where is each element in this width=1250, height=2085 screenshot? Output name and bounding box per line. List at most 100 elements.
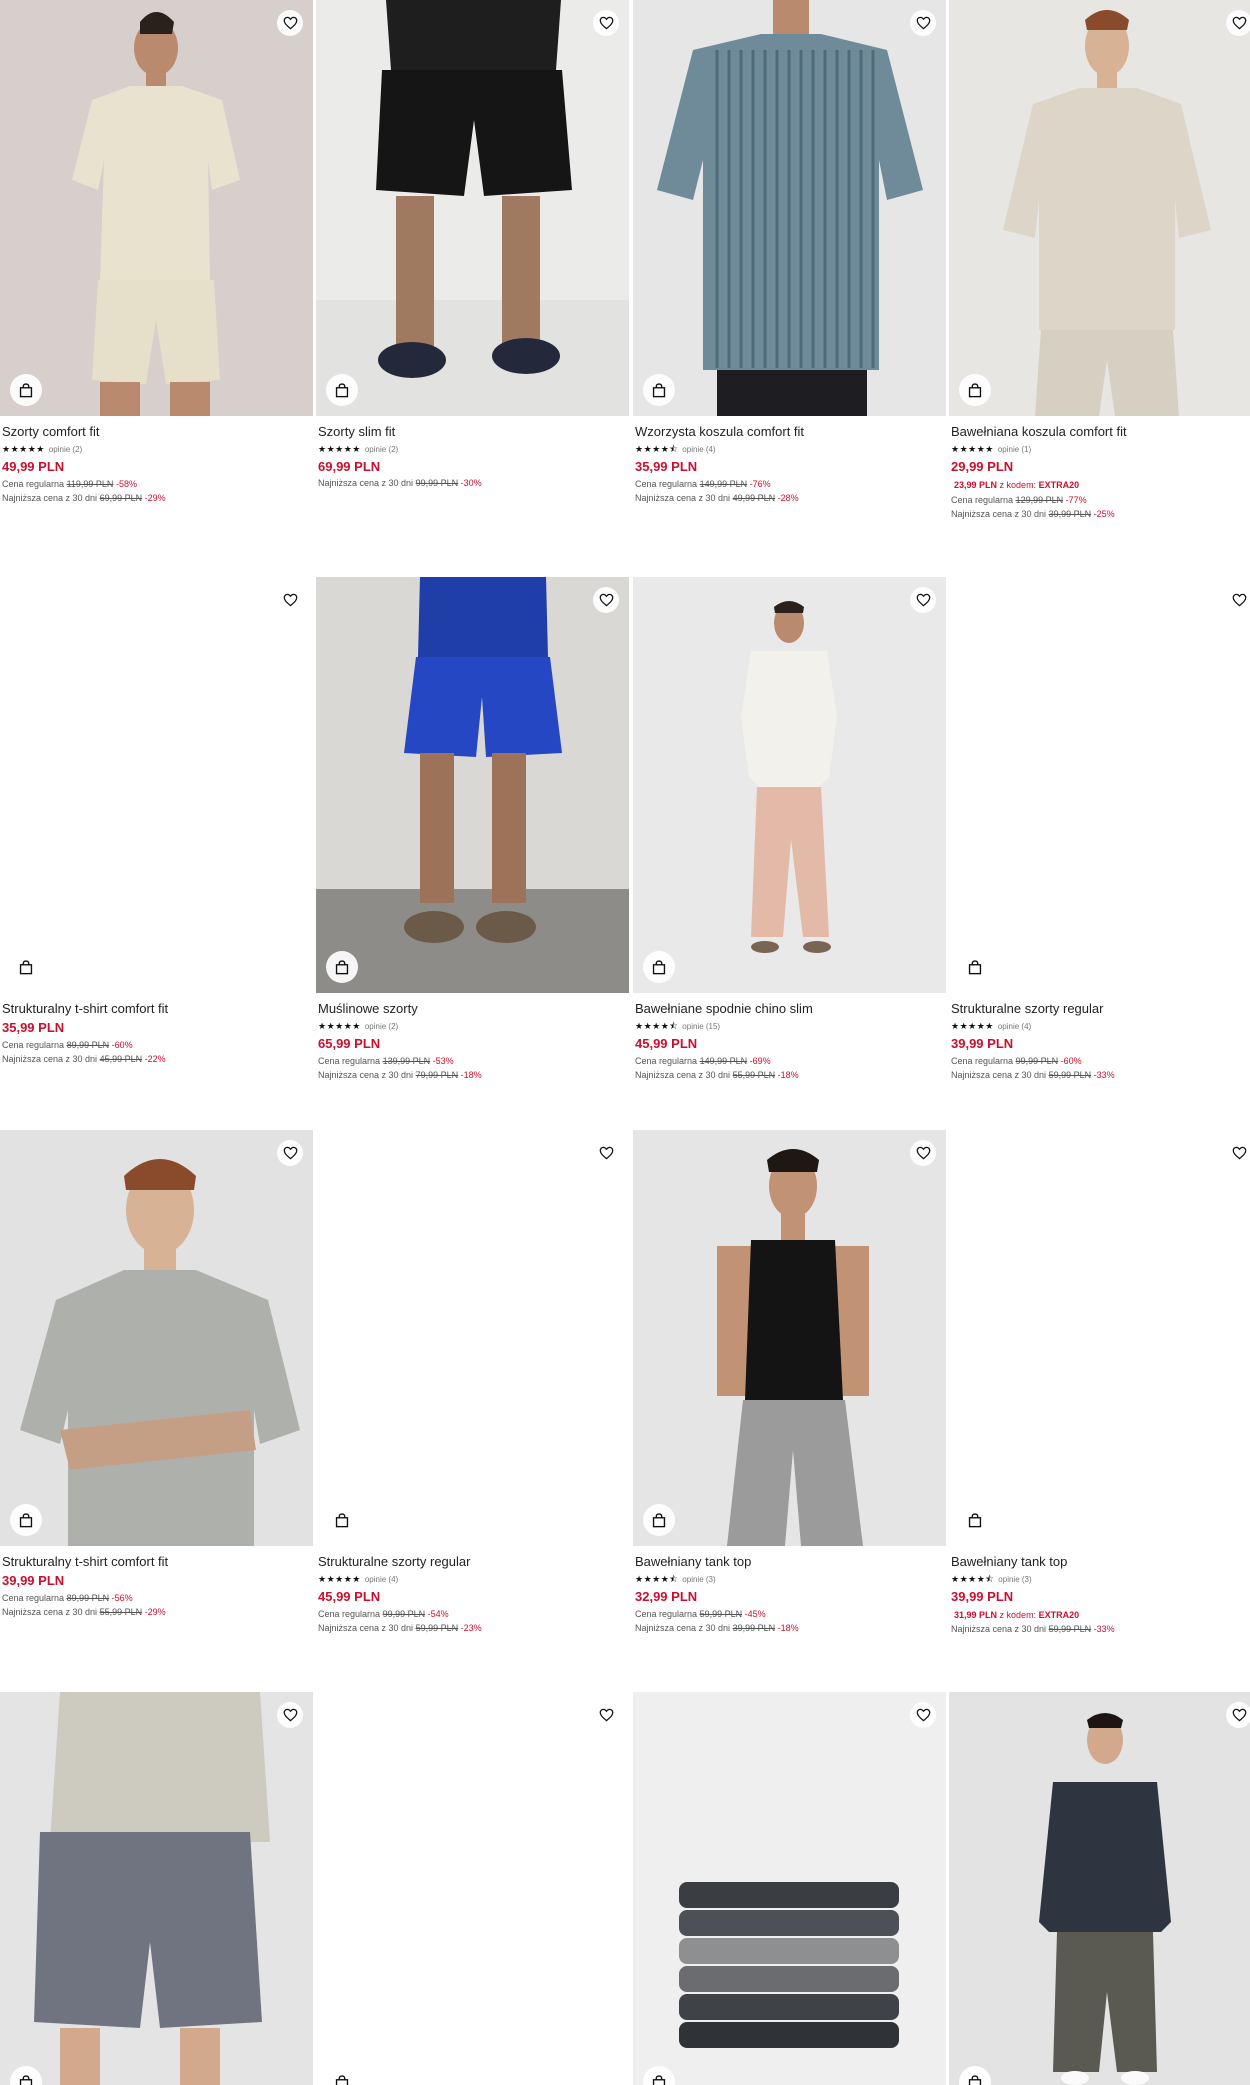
product-title[interactable]: Strukturalny t-shirt comfort fit — [2, 1001, 311, 1017]
product-title[interactable]: Muślinowe szorty — [318, 1001, 627, 1017]
wishlist-button[interactable] — [593, 587, 619, 613]
add-to-cart-button[interactable] — [10, 374, 42, 406]
product-image[interactable] — [949, 0, 1250, 416]
wishlist-button[interactable] — [277, 1702, 303, 1728]
product-image[interactable] — [633, 1692, 946, 2085]
add-to-cart-button[interactable] — [643, 374, 675, 406]
add-to-cart-button[interactable] — [326, 951, 358, 983]
product-title[interactable]: Strukturalny t-shirt comfort fit — [2, 1554, 311, 1570]
product-card[interactable]: Strukturalne szorty regular ★★★★★ opinie… — [949, 577, 1250, 1081]
current-price: 45,99 PLN — [635, 1036, 698, 1051]
product-card[interactable]: Bawełniana koszula comfort fit ★★★★★ opi… — [949, 0, 1250, 520]
add-to-cart-button[interactable] — [326, 1504, 358, 1536]
product-card[interactable]: Bawełniany tank top ★★★★⯪ opinie (3) 32,… — [633, 1130, 946, 1634]
product-image[interactable] — [633, 0, 946, 416]
product-image[interactable] — [633, 577, 946, 993]
heart-icon — [283, 1146, 297, 1160]
product-image[interactable] — [316, 1130, 629, 1546]
lowest-price: 55,99 PLN — [732, 1070, 776, 1080]
reviews-count[interactable]: opinie (2) — [365, 445, 398, 454]
product-image[interactable] — [0, 1692, 313, 2085]
wishlist-button[interactable] — [1226, 1140, 1250, 1166]
product-title[interactable]: Strukturalne szorty regular — [318, 1554, 627, 1570]
product-title[interactable]: Wzorzysta koszula comfort fit — [635, 424, 944, 440]
product-card[interactable] — [949, 1692, 1250, 2085]
product-card[interactable]: Bawełniane spodnie chino slim ★★★★⯪ opin… — [633, 577, 946, 1081]
product-image[interactable] — [949, 1692, 1250, 2085]
wishlist-button[interactable] — [277, 10, 303, 36]
product-card[interactable] — [0, 1692, 313, 2085]
product-photo — [633, 1692, 946, 2085]
product-image[interactable] — [316, 1692, 629, 2085]
product-title[interactable]: Strukturalne szorty regular — [951, 1001, 1250, 1017]
product-image[interactable] — [0, 577, 313, 993]
reviews-count[interactable]: opinie (15) — [682, 1022, 720, 1031]
wishlist-button[interactable] — [277, 587, 303, 613]
add-to-cart-button[interactable] — [10, 951, 42, 983]
reviews-count[interactable]: opinie (3) — [998, 1575, 1031, 1584]
product-title[interactable]: Bawełniana koszula comfort fit — [951, 424, 1250, 440]
product-title[interactable]: Bawełniany tank top — [951, 1554, 1250, 1570]
add-to-cart-button[interactable] — [326, 374, 358, 406]
shopping-bag-icon — [19, 382, 33, 397]
wishlist-button[interactable] — [910, 10, 936, 36]
add-to-cart-button[interactable] — [10, 1504, 42, 1536]
product-info: Bawełniany tank top ★★★★⯪ opinie (3) 32,… — [633, 1546, 946, 1634]
add-to-cart-button[interactable] — [643, 1504, 675, 1536]
current-price: 49,99 PLN — [2, 459, 65, 474]
product-image[interactable] — [316, 577, 629, 993]
product-image[interactable] — [949, 577, 1250, 993]
lowest-discount: -18% — [777, 1623, 799, 1633]
reviews-count[interactable]: opinie (1) — [998, 445, 1031, 454]
wishlist-button[interactable] — [593, 1702, 619, 1728]
shopping-bag-icon — [652, 2074, 666, 2085]
reviews-count[interactable]: opinie (3) — [682, 1575, 715, 1584]
product-info: Wzorzysta koszula comfort fit ★★★★⯪ opin… — [633, 416, 946, 504]
product-image[interactable] — [949, 1130, 1250, 1546]
wishlist-button[interactable] — [910, 1702, 936, 1728]
wishlist-button[interactable] — [910, 587, 936, 613]
product-image[interactable] — [316, 0, 629, 416]
product-card[interactable]: Wzorzysta koszula comfort fit ★★★★⯪ opin… — [633, 0, 946, 504]
heart-icon — [599, 16, 613, 30]
add-to-cart-button[interactable] — [959, 951, 991, 983]
product-image[interactable] — [633, 1130, 946, 1546]
product-card[interactable]: Szorty slim fit ★★★★★ opinie (2) 69,99 P… — [316, 0, 629, 489]
wishlist-button[interactable] — [1226, 1702, 1250, 1728]
product-image[interactable] — [0, 0, 313, 416]
product-title[interactable]: Szorty comfort fit — [2, 424, 311, 440]
reviews-count[interactable]: opinie (2) — [49, 445, 82, 454]
wishlist-button[interactable] — [910, 1140, 936, 1166]
reviews-count[interactable]: opinie (2) — [365, 1022, 398, 1031]
product-card[interactable] — [633, 1692, 946, 2085]
add-to-cart-button[interactable] — [959, 1504, 991, 1536]
reviews-count[interactable]: opinie (4) — [682, 445, 715, 454]
product-title[interactable]: Bawełniany tank top — [635, 1554, 944, 1570]
wishlist-button[interactable] — [1226, 10, 1250, 36]
product-card[interactable] — [316, 1692, 629, 2085]
product-card[interactable]: Bawełniany tank top ★★★★⯪ opinie (3) 39,… — [949, 1130, 1250, 1635]
product-card[interactable]: Muślinowe szorty ★★★★★ opinie (2) 65,99 … — [316, 577, 629, 1081]
current-price: 69,99 PLN — [318, 459, 381, 474]
wishlist-button[interactable] — [277, 1140, 303, 1166]
wishlist-button[interactable] — [593, 1140, 619, 1166]
product-card[interactable]: Strukturalne szorty regular ★★★★★ opinie… — [316, 1130, 629, 1634]
product-card[interactable]: Strukturalny t-shirt comfort fit 39,99 P… — [0, 1130, 313, 1618]
product-title[interactable]: Szorty slim fit — [318, 424, 627, 440]
lowest-price-line: Najniższa cena z 30 dni 99,99 PLN -30% — [318, 477, 627, 489]
product-photo — [0, 0, 313, 416]
lowest-discount: -30% — [460, 478, 482, 488]
product-image[interactable] — [0, 1130, 313, 1546]
add-to-cart-button[interactable] — [643, 951, 675, 983]
shopping-bag-icon — [652, 382, 666, 397]
regular-price-line: Cena regularna 149,99 PLN -76% — [635, 478, 944, 490]
reviews-count[interactable]: opinie (4) — [365, 1575, 398, 1584]
add-to-cart-button[interactable] — [959, 374, 991, 406]
wishlist-button[interactable] — [593, 10, 619, 36]
product-title[interactable]: Bawełniane spodnie chino slim — [635, 1001, 944, 1017]
reviews-count[interactable]: opinie (4) — [998, 1022, 1031, 1031]
product-card[interactable]: Strukturalny t-shirt comfort fit 35,99 P… — [0, 577, 313, 1065]
wishlist-button[interactable] — [1226, 587, 1250, 613]
shopping-bag-icon — [968, 1512, 982, 1527]
product-card[interactable]: Szorty comfort fit ★★★★★ opinie (2) 49,9… — [0, 0, 313, 504]
